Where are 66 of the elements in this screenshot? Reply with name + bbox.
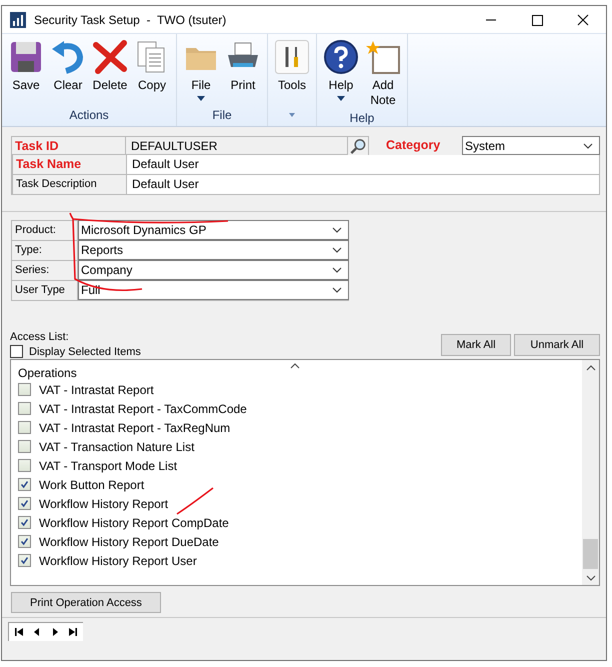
operation-checkbox[interactable]: VAT - Intrastat Report - TaxCommCode bbox=[18, 399, 582, 418]
mark-button[interactable]: Mark All bbox=[441, 334, 511, 356]
check-icon bbox=[19, 498, 30, 509]
operation-checkbox[interactable]: Workflow History Report User bbox=[18, 551, 582, 570]
window-title: Security Task Setup - TWO (tsuter) bbox=[34, 12, 226, 26]
ribbon-button[interactable]: Save bbox=[5, 36, 47, 108]
note-icon bbox=[365, 39, 401, 75]
category-select[interactable]: System bbox=[462, 136, 600, 155]
ribbon-button[interactable]: Help bbox=[320, 36, 362, 111]
ribbon-button[interactable]: Add Note bbox=[362, 36, 404, 111]
chevron-up-icon[interactable] bbox=[586, 365, 596, 371]
ribbon-button[interactable]: Clear bbox=[47, 36, 89, 108]
mark-button[interactable]: Unmark All bbox=[514, 334, 600, 356]
caret-icon bbox=[337, 96, 345, 101]
first-record-icon[interactable] bbox=[14, 627, 24, 637]
scroll-thumb[interactable] bbox=[583, 539, 598, 569]
operation-checkbox[interactable]: Work Button Report bbox=[18, 475, 582, 494]
sort-caret-icon bbox=[290, 363, 300, 369]
next-record-icon[interactable] bbox=[50, 627, 60, 637]
dropdown-field[interactable]: Reports bbox=[78, 240, 349, 260]
dropdown-field[interactable]: Company bbox=[78, 260, 349, 280]
operation-checkbox[interactable]: VAT - Transaction Nature List bbox=[18, 437, 582, 456]
group-label: Help bbox=[350, 111, 374, 127]
check-icon bbox=[19, 479, 30, 490]
ribbon-button[interactable]: File bbox=[180, 36, 222, 108]
caret-icon bbox=[197, 96, 205, 101]
check-icon bbox=[19, 555, 30, 566]
previous-record-icon[interactable] bbox=[32, 627, 42, 637]
magnifier-icon[interactable] bbox=[348, 136, 369, 157]
display-selected-checkbox[interactable]: Display Selected Items bbox=[10, 345, 141, 358]
chevron-down-icon bbox=[332, 227, 342, 233]
undo-arrow-icon bbox=[50, 39, 86, 75]
section-label: Access List: bbox=[10, 331, 70, 343]
chevron-down-icon[interactable] bbox=[586, 575, 596, 581]
ribbon-button[interactable]: Tools bbox=[271, 36, 313, 113]
print-operation-access-button[interactable]: Print Operation Access bbox=[11, 592, 161, 613]
help-icon bbox=[323, 39, 359, 75]
operation-checkbox[interactable]: VAT - Intrastat Report bbox=[18, 380, 582, 399]
operation-checkbox[interactable]: VAT - Intrastat Report - TaxRegNum bbox=[18, 418, 582, 437]
operation-checkbox[interactable]: VAT - Transport Mode List bbox=[18, 456, 582, 475]
operation-checkbox[interactable]: Workflow History Report CompDate bbox=[18, 513, 582, 532]
delete-icon bbox=[92, 39, 128, 75]
operation-checkbox[interactable]: Workflow History Report bbox=[18, 494, 582, 513]
column-header[interactable]: Operations bbox=[18, 366, 77, 380]
task-id-field[interactable]: DEFAULTUSER bbox=[125, 136, 348, 155]
field-label: Task ID bbox=[11, 136, 125, 155]
dropdown-field[interactable]: Microsoft Dynamics GP bbox=[78, 220, 349, 240]
ribbon-button[interactable]: Print bbox=[222, 36, 264, 108]
caret-icon[interactable] bbox=[289, 113, 295, 117]
chart-icon bbox=[10, 12, 26, 28]
chevron-down-icon bbox=[332, 287, 342, 293]
check-icon bbox=[19, 536, 30, 547]
chevron-down-icon bbox=[332, 247, 342, 253]
check-icon bbox=[19, 517, 30, 528]
chevron-down-icon bbox=[583, 142, 593, 148]
group-label: Actions bbox=[69, 108, 109, 124]
last-record-icon[interactable] bbox=[68, 627, 78, 637]
field-label: Category bbox=[385, 137, 442, 154]
operation-checkbox[interactable]: Workflow History Report DueDate bbox=[18, 532, 582, 551]
ribbon-button[interactable]: Delete bbox=[89, 36, 131, 108]
annotation-mark bbox=[176, 487, 214, 515]
tools-icon bbox=[274, 39, 310, 75]
group-label: File bbox=[212, 108, 232, 124]
scrollbar[interactable] bbox=[582, 360, 599, 585]
chevron-down-icon bbox=[332, 267, 342, 273]
ribbon-button[interactable]: Copy bbox=[131, 36, 173, 108]
